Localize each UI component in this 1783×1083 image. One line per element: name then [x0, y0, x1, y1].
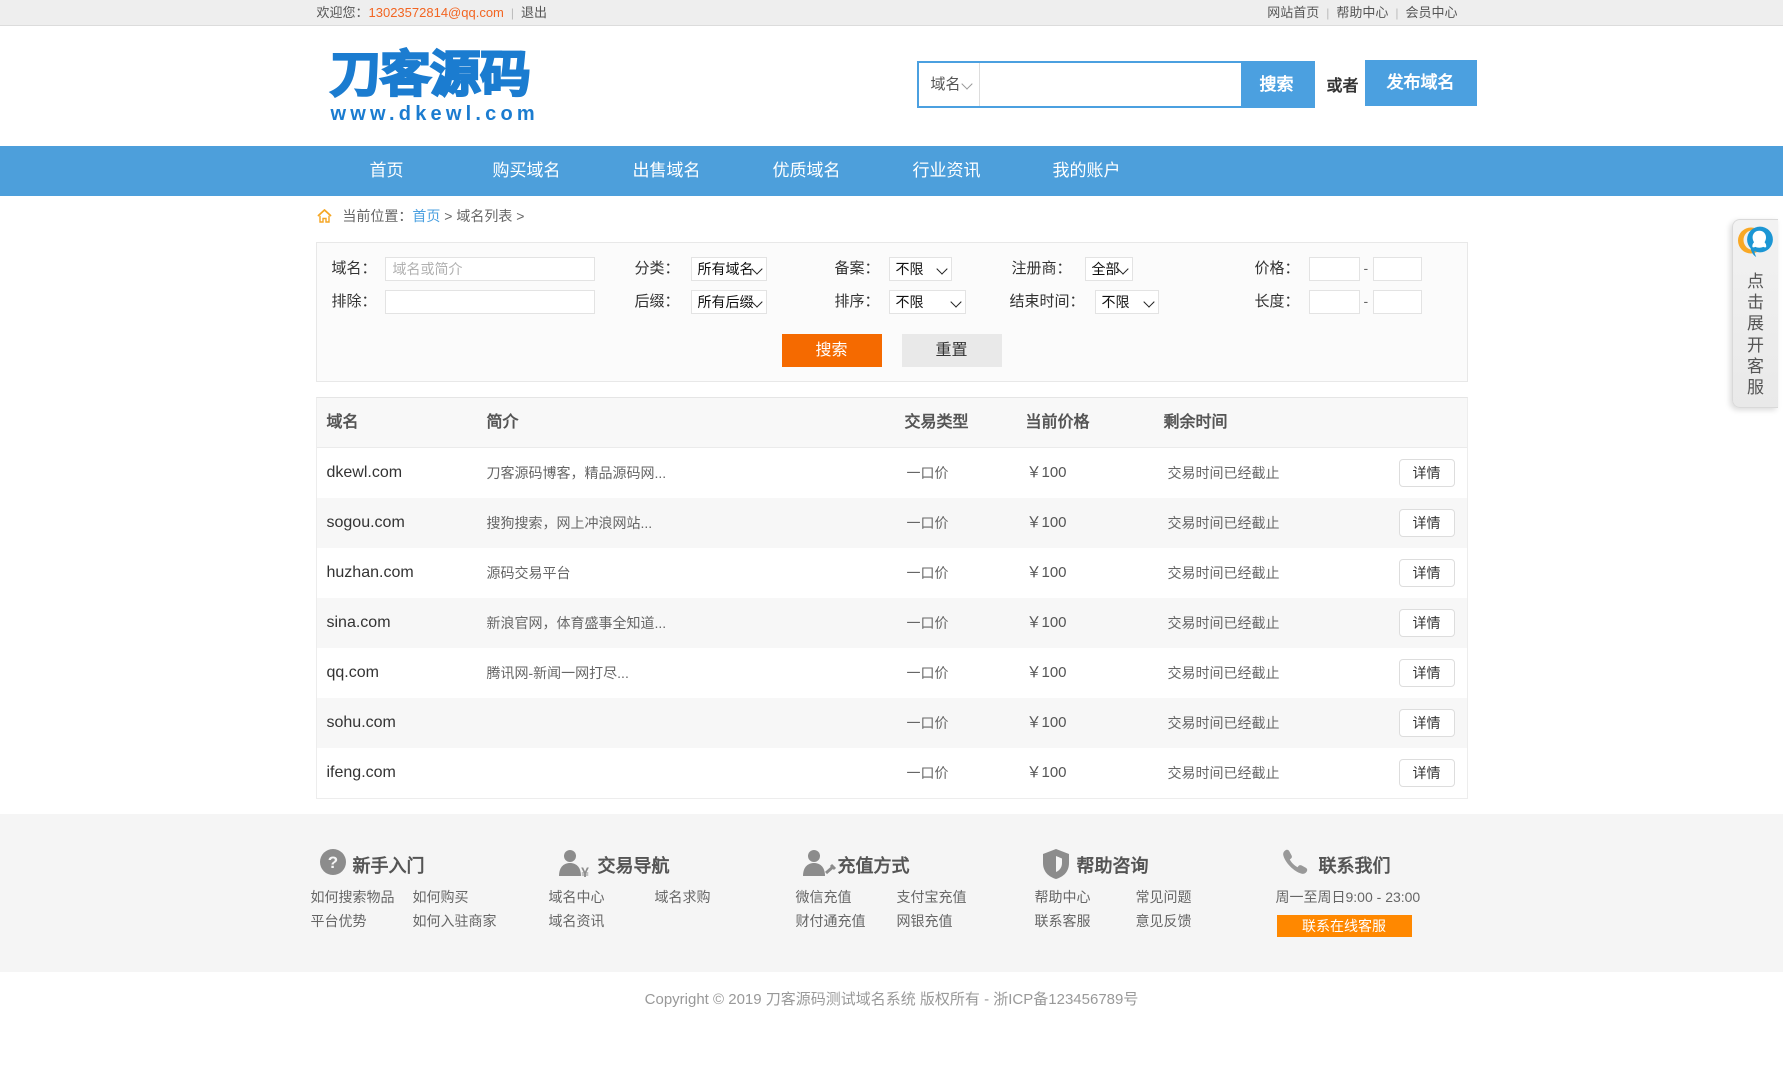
svg-text:?: ?	[327, 853, 337, 872]
svg-text:¥: ¥	[581, 864, 589, 878]
